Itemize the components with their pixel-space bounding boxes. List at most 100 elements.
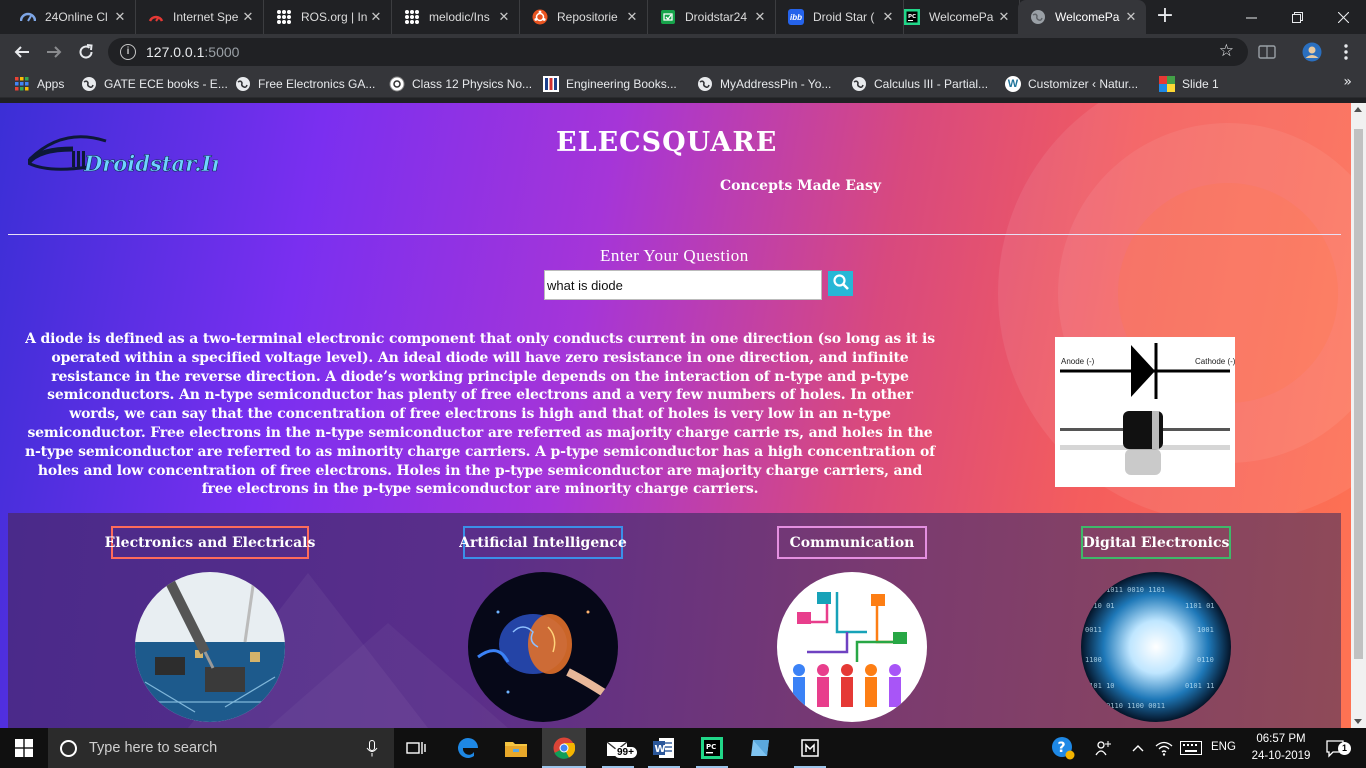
close-icon[interactable]: ✕ [113,9,127,25]
bookmark-calculus[interactable]: Calculus III - Partial... [851,75,988,93]
page-title: ELECSQUARE [556,127,778,158]
edge-browser-icon[interactable] [446,728,490,768]
svg-text:?: ? [1058,740,1066,756]
url-host: 127.0.0.1 [146,44,205,60]
svg-text:1100: 1100 [1085,656,1102,664]
reload-icon[interactable] [72,38,100,66]
microphone-icon[interactable] [366,740,378,761]
notes-app-icon[interactable] [738,728,782,768]
category-ai[interactable]: Artificial Intelligence [459,526,627,559]
tab-ros-org[interactable]: ROS.org | In ✕ [264,0,392,34]
notification-count: 1 [1338,742,1351,755]
communication-people-image[interactable] [777,572,927,722]
tab-speedtest[interactable]: Internet Spe ✕ [136,0,264,34]
back-arrow-icon[interactable] [8,38,36,66]
chevron-up-icon[interactable] [1128,728,1148,768]
svg-text:1101 01: 1101 01 [1185,602,1215,610]
ros-wiki-icon [404,9,420,25]
ai-brain-image[interactable] [468,572,618,722]
language-indicator[interactable]: ENG [1211,741,1236,753]
menu-kebab-icon[interactable] [1336,42,1356,62]
search-icon [60,739,77,757]
tab-welcomepage-pycharm[interactable]: PC WelcomePa ✕ [892,0,1020,34]
globe-icon [1030,9,1046,25]
address-bar[interactable]: i 127.0.0.1:5000 ☆ [108,38,1248,66]
minimize-button[interactable] [1228,0,1274,34]
taskbar-search-box[interactable]: Type here to search [48,728,394,768]
close-icon[interactable]: ✕ [1124,9,1138,25]
bookmark-slide1[interactable]: Slide 1 [1159,75,1219,93]
mail-badge: 99+ [614,747,637,758]
svg-text:PC: PC [908,14,916,20]
bookmark-free-electronics[interactable]: Free Electronics GA... [235,75,375,93]
electronics-circuit-image[interactable] [135,572,285,722]
scroll-up-arrow-icon[interactable] [1354,107,1362,112]
clock-time[interactable]: 06:57 PM [1253,733,1309,745]
keyboard-icon[interactable] [1178,728,1204,768]
ibb-icon: ibb [788,9,804,25]
question-input[interactable] [544,270,822,300]
slide-icon [1159,76,1175,92]
tab-droidstar24[interactable]: Droidstar24 ✕ [648,0,776,34]
scroll-down-arrow-icon[interactable] [1354,719,1362,724]
category-digital[interactable]: Digital Electronics [1081,526,1231,559]
close-icon[interactable]: ✕ [625,9,639,25]
bookmark-class12[interactable]: Class 12 Physics No... [389,75,532,93]
bookmark-engineering-books[interactable]: Engineering Books... [543,75,677,93]
media-app-icon[interactable] [788,728,832,768]
bookmarks-overflow-button[interactable]: » [1343,74,1352,90]
file-explorer-icon[interactable] [494,728,538,768]
scrollbar-thumb[interactable] [1354,129,1363,659]
new-tab-button[interactable]: + [1152,4,1178,30]
wifi-icon[interactable] [1152,728,1176,768]
clock-date[interactable]: 24-10-2019 [1248,750,1314,762]
info-icon[interactable]: i [120,44,136,60]
tab-droid-star[interactable]: ibb Droid Star ( ✕ [776,0,904,34]
bookmark-gate-ece[interactable]: GATE ECE books - E... [81,75,228,93]
pycharm-app-icon[interactable]: PC [690,728,734,768]
anode-label: Anode (-) [1061,357,1095,366]
url-port: :5000 [204,44,240,60]
bookmark-star-icon[interactable]: ☆ [1219,41,1234,61]
droidstar-logo[interactable]: Droidstar.Inc [25,133,240,185]
windows-start-icon[interactable] [0,728,48,768]
close-icon[interactable]: ✕ [497,9,511,25]
svg-text:1001: 1001 [1197,626,1214,634]
svg-text:PC: PC [706,743,716,751]
help-icon[interactable]: ? [1048,728,1078,768]
close-icon[interactable]: ✕ [369,9,383,25]
profile-avatar[interactable] [1302,42,1322,62]
close-icon[interactable]: ✕ [241,9,255,25]
restore-button[interactable] [1274,0,1320,34]
people-icon[interactable] [1092,728,1114,768]
search-button[interactable] [828,271,853,296]
bookmark-apps[interactable]: Apps [14,75,64,93]
category-communication[interactable]: Communication [777,526,927,559]
digital-binary-tunnel-image[interactable]: 0110 1011 0010 1101 1010 01 1101 01 0011 1… [1081,572,1231,722]
close-window-button[interactable] [1320,0,1366,34]
mail-app-icon[interactable]: 99+ [596,728,640,768]
windows-taskbar: Type here to search 99+ W PC ? ENG 06:57… [0,728,1366,768]
bookmark-customizer[interactable]: W Customizer ‹ Natur... [1005,75,1138,93]
tab-welcomepage-active[interactable]: WelcomePa ✕ [1018,0,1146,34]
svg-text:0110: 0110 [1197,656,1214,664]
page-scrollbar[interactable] [1351,103,1366,728]
chrome-taskbar-icon[interactable] [542,728,586,768]
globe-icon [81,76,97,92]
tab-melodic[interactable]: melodic/Ins ✕ [392,0,520,34]
bookmark-myaddresspin[interactable]: MyAddressPin - Yo... [697,75,831,93]
word-app-icon[interactable]: W [642,728,686,768]
pycharm-icon: PC [904,9,920,25]
close-icon[interactable]: ✕ [997,9,1011,25]
category-electronics[interactable]: Electronics and Electricals [105,526,315,559]
tab-24online[interactable]: 24Online Cl ✕ [8,0,136,34]
notifications-icon[interactable]: 1 [1320,728,1351,768]
forward-arrow-icon[interactable] [40,38,68,66]
task-view-icon[interactable] [396,728,436,768]
close-icon[interactable]: ✕ [753,9,767,25]
class12-icon [389,76,405,92]
question-label: Enter Your Question [600,246,749,265]
svg-text:0101 11: 0101 11 [1185,682,1215,690]
reader-extension-icon[interactable] [1257,42,1277,62]
tab-repositories[interactable]: Repositorie ✕ [520,0,648,34]
